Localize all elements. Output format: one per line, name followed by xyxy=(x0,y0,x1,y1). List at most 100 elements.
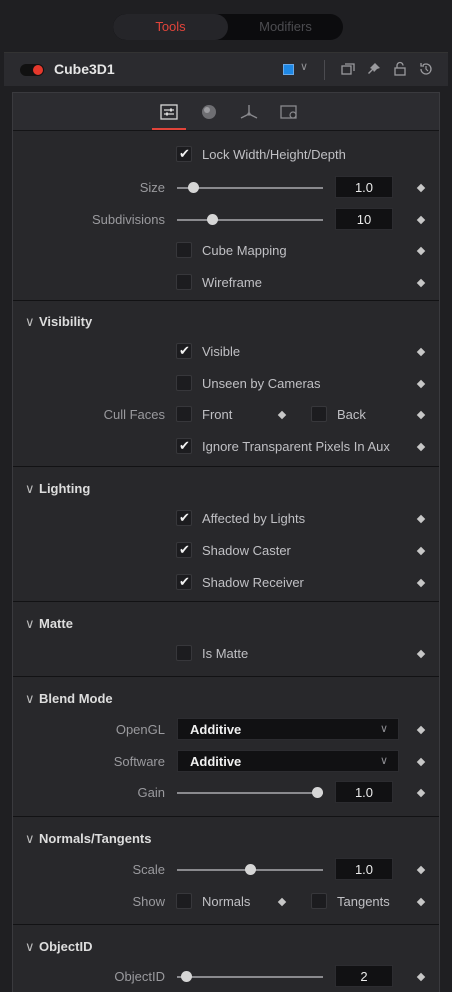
cube-mapping-keyframe-icon[interactable] xyxy=(416,246,426,256)
show-normals-checkbox[interactable] xyxy=(176,893,192,909)
show-normals-label: Normals xyxy=(202,894,251,909)
unseen-checkbox[interactable] xyxy=(176,375,192,391)
tab-modifiers[interactable]: Modifiers xyxy=(228,14,343,40)
visible-keyframe-icon[interactable] xyxy=(416,347,426,357)
version-icon[interactable] xyxy=(340,61,356,77)
matte-section: ∨ Matte Is Matte xyxy=(13,601,439,676)
receiver-keyframe-icon[interactable] xyxy=(416,578,426,588)
normals-scale-row: Scale 1.0 xyxy=(13,858,439,882)
wireframe-checkbox[interactable] xyxy=(176,274,192,290)
front-label: Front xyxy=(202,407,233,422)
objectid-keyframe-icon[interactable] xyxy=(416,972,426,982)
software-keyframe-icon[interactable] xyxy=(416,757,426,767)
subdivisions-slider-knob[interactable] xyxy=(207,214,218,225)
visible-label: Visible xyxy=(202,344,241,359)
visible-checkbox[interactable] xyxy=(176,343,192,359)
unseen-keyframe-icon[interactable] xyxy=(416,379,426,389)
normals-scale-label: Scale xyxy=(132,862,165,877)
size-field[interactable]: 1.0 xyxy=(335,176,393,198)
chevron-down-icon: ∨ xyxy=(379,723,388,735)
subdivisions-field[interactable]: 10 xyxy=(335,208,393,230)
lock-checkbox[interactable] xyxy=(176,146,192,162)
back-keyframe-icon[interactable] xyxy=(416,410,426,420)
affected-keyframe-icon[interactable] xyxy=(416,514,426,524)
chevron-down-icon: ∨ xyxy=(25,314,35,329)
is-matte-checkbox[interactable] xyxy=(176,645,192,661)
objectid-section: ∨ ObjectID ObjectID 2 xyxy=(13,924,439,992)
subdivisions-keyframe-icon[interactable] xyxy=(416,215,426,225)
material-icon[interactable] xyxy=(199,103,219,121)
visibility-title: Visibility xyxy=(39,314,93,329)
controls-section: Lock Width/Height/Depth Size 1.0 Subdivi… xyxy=(13,131,439,300)
reset-icon[interactable] xyxy=(418,61,434,77)
is-matte-keyframe-icon[interactable] xyxy=(416,649,426,659)
normals-scale-slider-knob[interactable] xyxy=(245,864,256,875)
subdivisions-label: Subdivisions xyxy=(92,212,165,227)
blend-mode-header[interactable]: ∨ Blend Mode xyxy=(25,691,113,707)
cube-mapping-checkbox[interactable] xyxy=(176,242,192,258)
size-slider-knob[interactable] xyxy=(188,182,199,193)
objectid-slider-knob[interactable] xyxy=(181,971,192,982)
gain-slider[interactable] xyxy=(177,792,323,794)
front-checkbox[interactable] xyxy=(176,406,192,422)
wireframe-row: Wireframe xyxy=(13,271,439,295)
unseen-label: Unseen by Cameras xyxy=(202,376,321,391)
chevron-down-icon: ∨ xyxy=(25,939,35,954)
tools-modifiers-tabs: Tools Modifiers xyxy=(113,14,343,40)
objectid-title: ObjectID xyxy=(39,939,93,954)
unseen-row: Unseen by Cameras xyxy=(13,372,439,396)
size-row: Size 1.0 xyxy=(13,176,439,200)
objectid-slider[interactable] xyxy=(177,976,323,978)
opengl-dropdown[interactable]: Additive ∨ xyxy=(177,718,399,740)
software-dropdown[interactable]: Additive ∨ xyxy=(177,750,399,772)
cull-faces-row: Cull Faces Front Back xyxy=(13,403,439,427)
caster-checkbox[interactable] xyxy=(176,542,192,558)
size-keyframe-icon[interactable] xyxy=(416,183,426,193)
chevron-down-icon: ∨ xyxy=(25,831,35,846)
settings-icon[interactable] xyxy=(279,103,299,121)
receiver-checkbox[interactable] xyxy=(176,574,192,590)
tab-tools[interactable]: Tools xyxy=(113,14,228,40)
ignore-transparent-checkbox[interactable] xyxy=(176,438,192,454)
front-keyframe-icon[interactable] xyxy=(277,410,287,420)
show-tangents-keyframe-icon[interactable] xyxy=(416,897,426,907)
affected-checkbox[interactable] xyxy=(176,510,192,526)
normals-show-row: Show Normals Tangents xyxy=(13,890,439,914)
opengl-keyframe-icon[interactable] xyxy=(416,725,426,735)
view-tabs xyxy=(13,93,439,131)
show-normals-keyframe-icon[interactable] xyxy=(277,897,287,907)
opengl-row: OpenGL Additive ∨ xyxy=(13,718,439,742)
node-color-chip[interactable] xyxy=(283,64,294,75)
cube-mapping-label: Cube Mapping xyxy=(202,243,287,258)
normals-header[interactable]: ∨ Normals/Tangents xyxy=(25,831,151,847)
ignore-transparent-keyframe-icon[interactable] xyxy=(416,442,426,452)
controls-icon[interactable] xyxy=(159,103,179,121)
gain-slider-knob[interactable] xyxy=(312,787,323,798)
back-checkbox[interactable] xyxy=(311,406,327,422)
matte-header[interactable]: ∨ Matte xyxy=(25,616,73,632)
header-divider xyxy=(324,60,325,80)
subdivisions-slider[interactable] xyxy=(177,219,323,221)
gain-field[interactable]: 1.0 xyxy=(335,781,393,803)
is-matte-row: Is Matte xyxy=(13,642,439,666)
caster-keyframe-icon[interactable] xyxy=(416,546,426,556)
normals-title: Normals/Tangents xyxy=(39,831,152,846)
objectid-header[interactable]: ∨ ObjectID xyxy=(25,939,92,955)
node-enable-toggle[interactable] xyxy=(20,64,44,76)
software-row: Software Additive ∨ xyxy=(13,750,439,774)
transform-icon[interactable] xyxy=(239,103,259,121)
visibility-header[interactable]: ∨ Visibility xyxy=(25,314,92,330)
normals-scale-field[interactable]: 1.0 xyxy=(335,858,393,880)
normals-scale-keyframe-icon[interactable] xyxy=(416,865,426,875)
chevron-down-icon[interactable]: ∨ xyxy=(300,60,308,73)
is-matte-label: Is Matte xyxy=(202,646,249,661)
gain-label: Gain xyxy=(137,785,165,800)
lock-icon[interactable] xyxy=(392,61,408,77)
lighting-header[interactable]: ∨ Lighting xyxy=(25,481,90,497)
chevron-down-icon: ∨ xyxy=(25,691,35,706)
show-tangents-checkbox[interactable] xyxy=(311,893,327,909)
pin-icon[interactable] xyxy=(366,61,382,77)
objectid-field[interactable]: 2 xyxy=(335,965,393,987)
gain-keyframe-icon[interactable] xyxy=(416,788,426,798)
wireframe-keyframe-icon[interactable] xyxy=(416,278,426,288)
